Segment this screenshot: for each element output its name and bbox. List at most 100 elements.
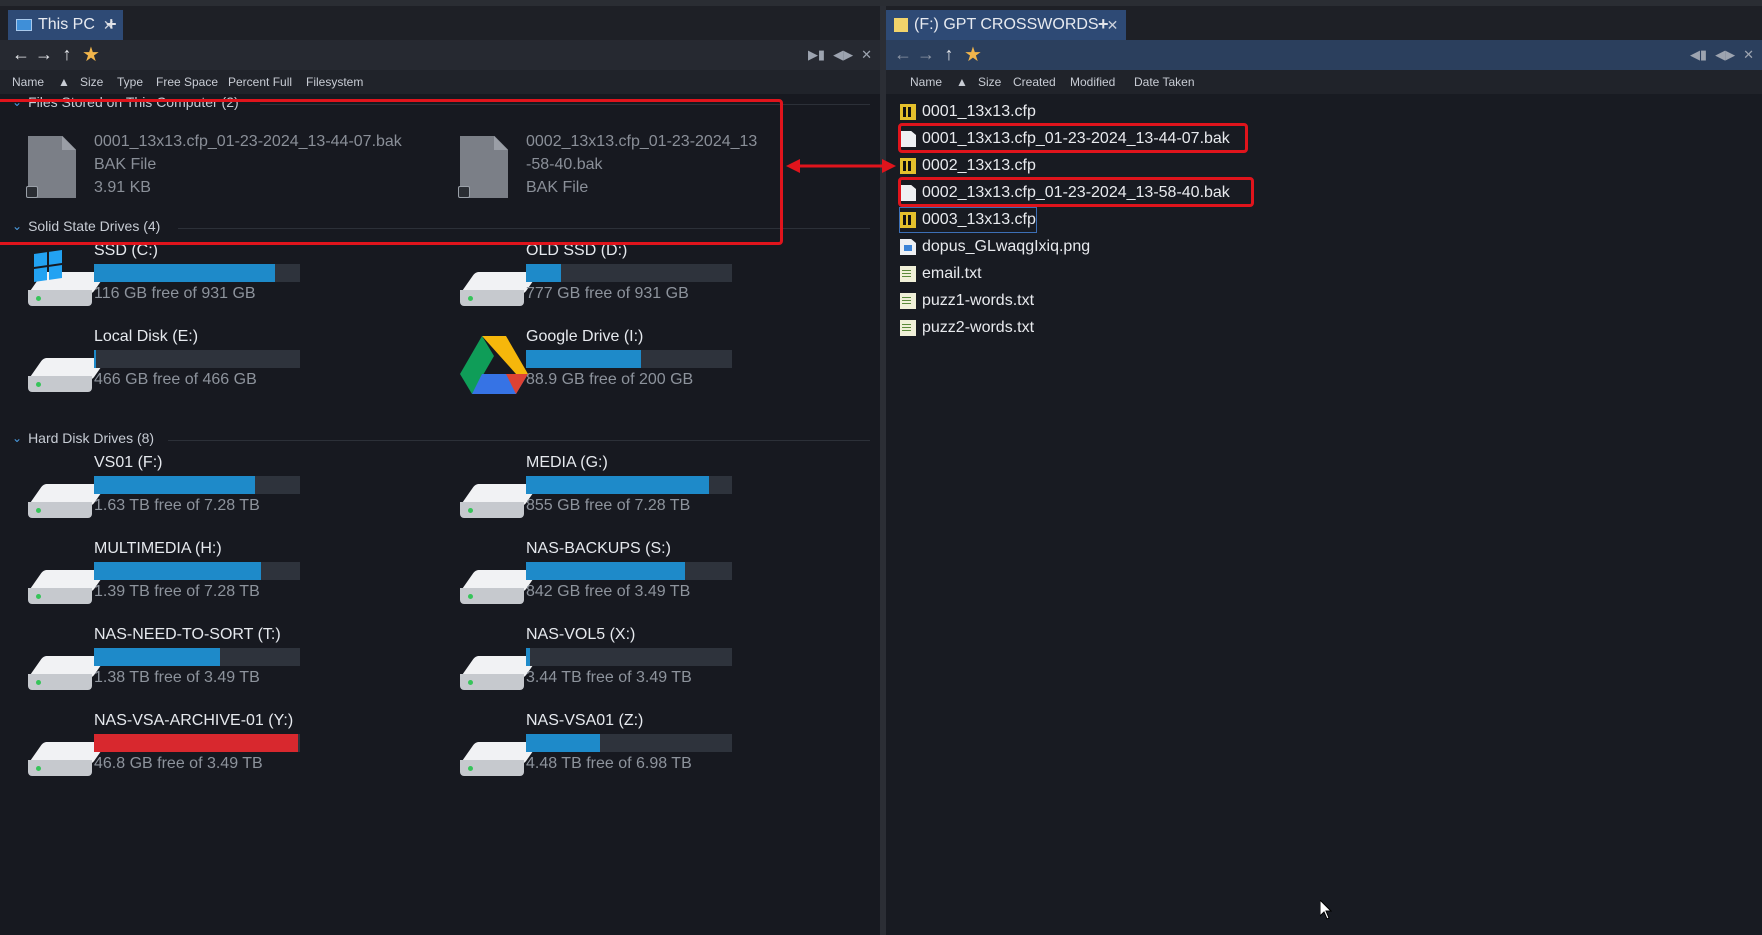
group-header-files[interactable]: ⌄ Files Stored on This Computer (2) xyxy=(12,94,239,110)
drive-usage-fill xyxy=(94,350,97,368)
file-list-item[interactable]: 0002_13x13.cfp xyxy=(900,154,1036,178)
drive-tile[interactable]: Local Disk (E:) 466 GB free of 466 GB xyxy=(14,328,434,406)
forward-arrow-icon[interactable]: → xyxy=(915,44,937,65)
drive-usage-bar xyxy=(94,350,300,368)
file-list-item[interactable]: email.txt xyxy=(900,262,982,286)
document-icon xyxy=(900,185,916,201)
swap-pane-icon[interactable]: ◀▶ xyxy=(1715,47,1735,63)
file-list-item[interactable]: 0002_13x13.cfp_01-23-2024_13-58-40.bak xyxy=(900,181,1230,205)
tab-gpt-crosswords[interactable]: (F:) GPT CROSSWORDS ✕ xyxy=(886,10,1127,40)
chevron-down-icon: ⌄ xyxy=(12,95,23,109)
file-type: BAK File xyxy=(526,179,589,196)
drive-tile[interactable]: VS01 (F:) 1.63 TB free of 7.28 TB xyxy=(14,454,434,532)
up-arrow-icon[interactable]: ↑ xyxy=(56,44,78,65)
back-arrow-icon[interactable]: ← xyxy=(892,44,914,65)
column-percent-full[interactable]: Percent Full xyxy=(228,75,292,89)
drive-free-space: 1.39 TB free of 7.28 TB xyxy=(94,583,260,600)
drive-tile[interactable]: NAS-VSA01 (Z:) 4.48 TB free of 6.98 TB xyxy=(446,712,866,790)
drive-free-space: 842 GB free of 3.49 TB xyxy=(526,583,691,600)
drive-usage-fill xyxy=(94,476,255,494)
drive-tile[interactable]: OLD SSD (D:) 777 GB free of 931 GB xyxy=(446,242,866,320)
drive-tile[interactable]: NAS-VOL5 (X:) 3.44 TB free of 3.49 TB xyxy=(446,626,866,704)
hard-drive-icon xyxy=(460,742,540,780)
group-label: Files Stored on This Computer (2) xyxy=(28,94,239,110)
drive-name: Local Disk (E:) xyxy=(94,328,199,345)
file-tile-bak-1[interactable]: 0001_13x13.cfp_01-23-2024_13-44-07.bak B… xyxy=(14,130,434,210)
drive-free-space: 855 GB free of 7.28 TB xyxy=(526,497,691,514)
new-tab-button[interactable]: + xyxy=(1098,14,1109,35)
expand-pane-icon[interactable]: ◀▮ xyxy=(1690,47,1707,63)
google-drive-icon xyxy=(460,336,528,394)
drive-name: OLD SSD (D:) xyxy=(526,242,628,259)
drive-name: MULTIMEDIA (H:) xyxy=(94,540,222,557)
column-name[interactable]: Name xyxy=(12,75,44,89)
drive-tile[interactable]: NAS-VSA-ARCHIVE-01 (Y:) 46.8 GB free of 3… xyxy=(14,712,434,790)
pane-controls: ▶▮ ◀▶ ✕ xyxy=(808,47,872,63)
drive-name: VS01 (F:) xyxy=(94,454,163,471)
drive-free-space: 46.8 GB free of 3.49 TB xyxy=(94,755,263,772)
drive-usage-bar xyxy=(526,476,732,494)
shortcut-badge-icon xyxy=(26,186,38,198)
column-size[interactable]: Size xyxy=(978,75,1001,89)
column-type[interactable]: Type xyxy=(117,75,143,89)
close-pane-icon[interactable]: ✕ xyxy=(861,47,872,63)
expand-pane-icon[interactable]: ▶▮ xyxy=(808,47,825,63)
right-navbar: ← → ↑ ★ ◀▮ ◀▶ ✕ xyxy=(886,40,1762,70)
file-list-item[interactable]: dopus_GLwaqgIxiq.png xyxy=(900,235,1090,259)
drive-usage-fill xyxy=(94,264,276,282)
column-date-taken[interactable]: Date Taken xyxy=(1134,75,1195,89)
drive-tile[interactable]: Google Drive (I:) 88.9 GB free of 200 GB xyxy=(446,328,866,406)
image-file-icon xyxy=(900,239,916,255)
file-list-item[interactable]: 0003_13x13.cfp xyxy=(899,207,1037,233)
drive-free-space: 88.9 GB free of 200 GB xyxy=(526,371,694,388)
shortcut-badge-icon xyxy=(458,186,470,198)
swap-pane-icon[interactable]: ◀▶ xyxy=(833,47,853,63)
file-list-item[interactable]: 0001_13x13.cfp_01-23-2024_13-44-07.bak xyxy=(900,127,1230,151)
file-type: BAK File xyxy=(94,156,157,173)
file-name: puzz1-words.txt xyxy=(922,292,1035,309)
favorites-star-icon[interactable]: ★ xyxy=(80,42,102,67)
right-tabbar: (F:) GPT CROSSWORDS ✕ + xyxy=(886,6,1762,40)
hard-drive-icon xyxy=(460,656,540,694)
hard-drive-icon xyxy=(460,570,540,608)
tab-label: (F:) GPT CROSSWORDS xyxy=(914,16,1099,33)
drive-tile[interactable]: NAS-NEED-TO-SORT (T:) 1.38 TB free of 3.4… xyxy=(14,626,434,704)
drive-name: NAS-VOL5 (X:) xyxy=(526,626,636,643)
file-name: puzz2-words.txt xyxy=(922,319,1035,336)
drive-name: SSD (C:) xyxy=(94,242,158,259)
new-tab-button[interactable]: + xyxy=(106,14,117,35)
file-list-item[interactable]: puzz1-words.txt xyxy=(900,289,1034,313)
windows-logo-icon xyxy=(34,250,62,282)
drive-tile[interactable]: MEDIA (G:) 855 GB free of 7.28 TB xyxy=(446,454,866,532)
column-filesystem[interactable]: Filesystem xyxy=(306,75,363,89)
column-created[interactable]: Created xyxy=(1013,75,1056,89)
group-header-hdd[interactable]: ⌄ Hard Disk Drives (8) xyxy=(12,430,154,446)
drive-tile[interactable]: NAS-BACKUPS (S:) 842 GB free of 3.49 TB xyxy=(446,540,866,618)
text-file-icon xyxy=(900,293,916,309)
drive-free-space: 1.38 TB free of 3.49 TB xyxy=(94,669,260,686)
left-navbar: ← → ↑ ★ ▶▮ ◀▶ ✕ xyxy=(0,40,880,70)
drive-usage-fill xyxy=(526,648,531,666)
group-header-ssd[interactable]: ⌄ Solid State Drives (4) xyxy=(12,218,160,234)
hard-drive-icon xyxy=(28,742,108,780)
drive-usage-bar xyxy=(94,476,300,494)
close-pane-icon[interactable]: ✕ xyxy=(1743,47,1754,63)
file-list-item[interactable]: puzz2-words.txt xyxy=(900,316,1034,340)
file-list-item[interactable]: 0001_13x13.cfp xyxy=(900,100,1036,124)
drive-name: NAS-VSA-ARCHIVE-01 (Y:) xyxy=(94,712,294,729)
column-modified[interactable]: Modified xyxy=(1070,75,1115,89)
favorites-star-icon[interactable]: ★ xyxy=(962,42,984,67)
crossword-file-icon xyxy=(900,158,916,174)
drive-tile[interactable]: SSD (C:) 116 GB free of 931 GB xyxy=(14,242,434,320)
drive-usage-bar xyxy=(526,264,732,282)
forward-arrow-icon[interactable]: → xyxy=(33,44,55,65)
column-free-space[interactable]: Free Space xyxy=(156,75,218,89)
drive-tile[interactable]: MULTIMEDIA (H:) 1.39 TB free of 7.28 TB xyxy=(14,540,434,618)
right-pane: (F:) GPT CROSSWORDS ✕ + ← → ↑ ★ ◀▮ ◀▶ ✕ … xyxy=(886,6,1762,935)
column-name[interactable]: Name xyxy=(910,75,942,89)
crossword-file-icon xyxy=(900,104,916,120)
column-size[interactable]: Size xyxy=(80,75,103,89)
up-arrow-icon[interactable]: ↑ xyxy=(938,44,960,65)
divider xyxy=(168,440,870,441)
back-arrow-icon[interactable]: ← xyxy=(10,44,32,65)
